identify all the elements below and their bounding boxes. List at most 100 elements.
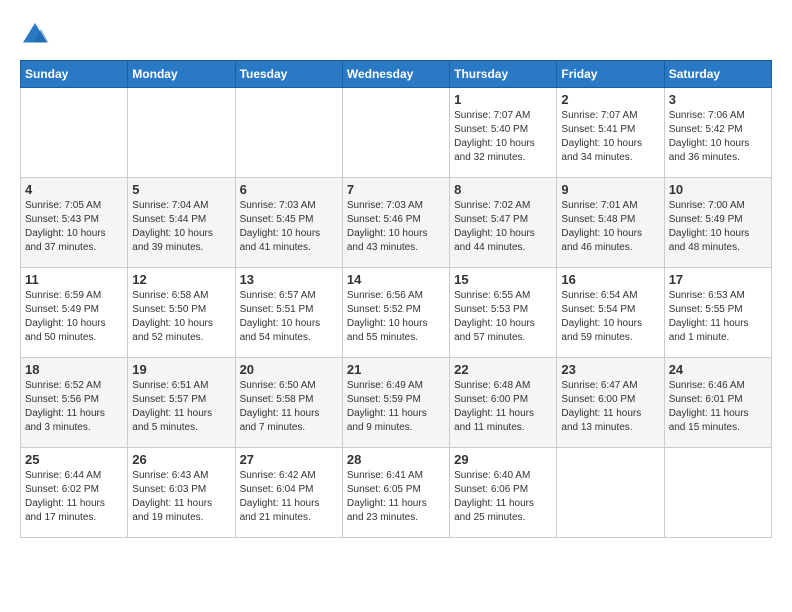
- calendar-week-row: 1 Sunrise: 7:07 AM Sunset: 5:40 PM Daylig…: [21, 88, 772, 178]
- day-number: 27: [240, 452, 338, 467]
- calendar-header-wednesday: Wednesday: [342, 61, 449, 88]
- day-number: 26: [132, 452, 230, 467]
- day-info: Sunrise: 6:42 AM Sunset: 6:04 PM Dayligh…: [240, 469, 338, 525]
- day-info: Sunrise: 6:50 AM Sunset: 5:58 PM Dayligh…: [240, 379, 338, 435]
- calendar-cell: [557, 448, 664, 538]
- calendar-cell: 10 Sunrise: 7:00 AM Sunset: 5:49 PM Dayli…: [664, 178, 771, 268]
- calendar-cell: 3 Sunrise: 7:06 AM Sunset: 5:42 PM Daylig…: [664, 88, 771, 178]
- day-number: 5: [132, 182, 230, 197]
- header: [20, 20, 772, 50]
- day-info: Sunrise: 6:44 AM Sunset: 6:02 PM Dayligh…: [25, 469, 123, 525]
- day-info: Sunrise: 6:49 AM Sunset: 5:59 PM Dayligh…: [347, 379, 445, 435]
- calendar-cell: 25 Sunrise: 6:44 AM Sunset: 6:02 PM Dayli…: [21, 448, 128, 538]
- calendar-header-sunday: Sunday: [21, 61, 128, 88]
- calendar-cell: [21, 88, 128, 178]
- day-number: 28: [347, 452, 445, 467]
- calendar-cell: 27 Sunrise: 6:42 AM Sunset: 6:04 PM Dayli…: [235, 448, 342, 538]
- day-info: Sunrise: 6:52 AM Sunset: 5:56 PM Dayligh…: [25, 379, 123, 435]
- day-number: 6: [240, 182, 338, 197]
- day-info: Sunrise: 6:41 AM Sunset: 6:05 PM Dayligh…: [347, 469, 445, 525]
- day-number: 9: [561, 182, 659, 197]
- day-number: 11: [25, 272, 123, 287]
- day-info: Sunrise: 7:04 AM Sunset: 5:44 PM Dayligh…: [132, 199, 230, 255]
- day-info: Sunrise: 6:57 AM Sunset: 5:51 PM Dayligh…: [240, 289, 338, 345]
- day-info: Sunrise: 6:40 AM Sunset: 6:06 PM Dayligh…: [454, 469, 552, 525]
- day-number: 20: [240, 362, 338, 377]
- day-number: 4: [25, 182, 123, 197]
- day-info: Sunrise: 6:54 AM Sunset: 5:54 PM Dayligh…: [561, 289, 659, 345]
- day-info: Sunrise: 7:01 AM Sunset: 5:48 PM Dayligh…: [561, 199, 659, 255]
- calendar-cell: 7 Sunrise: 7:03 AM Sunset: 5:46 PM Daylig…: [342, 178, 449, 268]
- day-info: Sunrise: 7:00 AM Sunset: 5:49 PM Dayligh…: [669, 199, 767, 255]
- calendar-cell: 21 Sunrise: 6:49 AM Sunset: 5:59 PM Dayli…: [342, 358, 449, 448]
- day-number: 8: [454, 182, 552, 197]
- day-info: Sunrise: 7:06 AM Sunset: 5:42 PM Dayligh…: [669, 109, 767, 165]
- calendar-week-row: 11 Sunrise: 6:59 AM Sunset: 5:49 PM Dayli…: [21, 268, 772, 358]
- calendar-cell: 2 Sunrise: 7:07 AM Sunset: 5:41 PM Daylig…: [557, 88, 664, 178]
- day-number: 17: [669, 272, 767, 287]
- calendar-header-thursday: Thursday: [450, 61, 557, 88]
- day-number: 24: [669, 362, 767, 377]
- day-number: 13: [240, 272, 338, 287]
- day-info: Sunrise: 6:59 AM Sunset: 5:49 PM Dayligh…: [25, 289, 123, 345]
- logo-icon: [20, 20, 50, 50]
- day-info: Sunrise: 6:47 AM Sunset: 6:00 PM Dayligh…: [561, 379, 659, 435]
- calendar-cell: 29 Sunrise: 6:40 AM Sunset: 6:06 PM Dayli…: [450, 448, 557, 538]
- calendar-cell: 12Sunrise: 6:58 AM Sunset: 5:50 PM Dayli…: [128, 268, 235, 358]
- calendar-cell: [128, 88, 235, 178]
- day-number: 16: [561, 272, 659, 287]
- calendar-week-row: 25 Sunrise: 6:44 AM Sunset: 6:02 PM Dayli…: [21, 448, 772, 538]
- calendar-cell: 4 Sunrise: 7:05 AM Sunset: 5:43 PM Daylig…: [21, 178, 128, 268]
- calendar-cell: 20 Sunrise: 6:50 AM Sunset: 5:58 PM Dayli…: [235, 358, 342, 448]
- calendar-cell: [342, 88, 449, 178]
- day-number: 22: [454, 362, 552, 377]
- calendar-cell: 24 Sunrise: 6:46 AM Sunset: 6:01 PM Dayli…: [664, 358, 771, 448]
- day-info: Sunrise: 6:51 AM Sunset: 5:57 PM Dayligh…: [132, 379, 230, 435]
- day-info: Sunrise: 6:56 AM Sunset: 5:52 PM Dayligh…: [347, 289, 445, 345]
- day-info: Sunrise: 6:48 AM Sunset: 6:00 PM Dayligh…: [454, 379, 552, 435]
- calendar-header-monday: Monday: [128, 61, 235, 88]
- calendar-cell: 28 Sunrise: 6:41 AM Sunset: 6:05 PM Dayli…: [342, 448, 449, 538]
- calendar-header-tuesday: Tuesday: [235, 61, 342, 88]
- day-info: Sunrise: 7:07 AM Sunset: 5:40 PM Dayligh…: [454, 109, 552, 165]
- day-number: 21: [347, 362, 445, 377]
- calendar-cell: 22 Sunrise: 6:48 AM Sunset: 6:00 PM Dayli…: [450, 358, 557, 448]
- calendar-header-friday: Friday: [557, 61, 664, 88]
- day-number: 15: [454, 272, 552, 287]
- calendar-cell: 9 Sunrise: 7:01 AM Sunset: 5:48 PM Daylig…: [557, 178, 664, 268]
- day-number: 12: [132, 272, 230, 287]
- day-number: 18: [25, 362, 123, 377]
- day-info: Sunrise: 7:07 AM Sunset: 5:41 PM Dayligh…: [561, 109, 659, 165]
- calendar-cell: 14Sunrise: 6:56 AM Sunset: 5:52 PM Dayli…: [342, 268, 449, 358]
- calendar-cell: 8 Sunrise: 7:02 AM Sunset: 5:47 PM Daylig…: [450, 178, 557, 268]
- calendar-cell: 11 Sunrise: 6:59 AM Sunset: 5:49 PM Dayli…: [21, 268, 128, 358]
- day-info: Sunrise: 6:43 AM Sunset: 6:03 PM Dayligh…: [132, 469, 230, 525]
- day-info: Sunrise: 6:53 AM Sunset: 5:55 PM Dayligh…: [669, 289, 767, 345]
- day-number: 10: [669, 182, 767, 197]
- day-number: 3: [669, 92, 767, 107]
- day-info: Sunrise: 7:05 AM Sunset: 5:43 PM Dayligh…: [25, 199, 123, 255]
- calendar-cell: [235, 88, 342, 178]
- day-number: 29: [454, 452, 552, 467]
- day-number: 2: [561, 92, 659, 107]
- day-number: 23: [561, 362, 659, 377]
- calendar-cell: 17 Sunrise: 6:53 AM Sunset: 5:55 PM Dayli…: [664, 268, 771, 358]
- day-number: 7: [347, 182, 445, 197]
- day-info: Sunrise: 6:55 AM Sunset: 5:53 PM Dayligh…: [454, 289, 552, 345]
- day-number: 25: [25, 452, 123, 467]
- day-info: Sunrise: 7:03 AM Sunset: 5:45 PM Dayligh…: [240, 199, 338, 255]
- day-number: 1: [454, 92, 552, 107]
- calendar-header-saturday: Saturday: [664, 61, 771, 88]
- calendar-cell: 6 Sunrise: 7:03 AM Sunset: 5:45 PM Daylig…: [235, 178, 342, 268]
- day-info: Sunrise: 7:03 AM Sunset: 5:46 PM Dayligh…: [347, 199, 445, 255]
- calendar-cell: 26 Sunrise: 6:43 AM Sunset: 6:03 PM Dayli…: [128, 448, 235, 538]
- calendar-cell: [664, 448, 771, 538]
- logo: [20, 20, 54, 50]
- day-info: Sunrise: 6:46 AM Sunset: 6:01 PM Dayligh…: [669, 379, 767, 435]
- calendar-header-row: SundayMondayTuesdayWednesdayThursdayFrid…: [21, 61, 772, 88]
- calendar-cell: 16 Sunrise: 6:54 AM Sunset: 5:54 PM Dayli…: [557, 268, 664, 358]
- day-info: Sunrise: 7:02 AM Sunset: 5:47 PM Dayligh…: [454, 199, 552, 255]
- calendar-week-row: 18 Sunrise: 6:52 AM Sunset: 5:56 PM Dayli…: [21, 358, 772, 448]
- calendar-cell: 23 Sunrise: 6:47 AM Sunset: 6:00 PM Dayli…: [557, 358, 664, 448]
- calendar-cell: 13 Sunrise: 6:57 AM Sunset: 5:51 PM Dayli…: [235, 268, 342, 358]
